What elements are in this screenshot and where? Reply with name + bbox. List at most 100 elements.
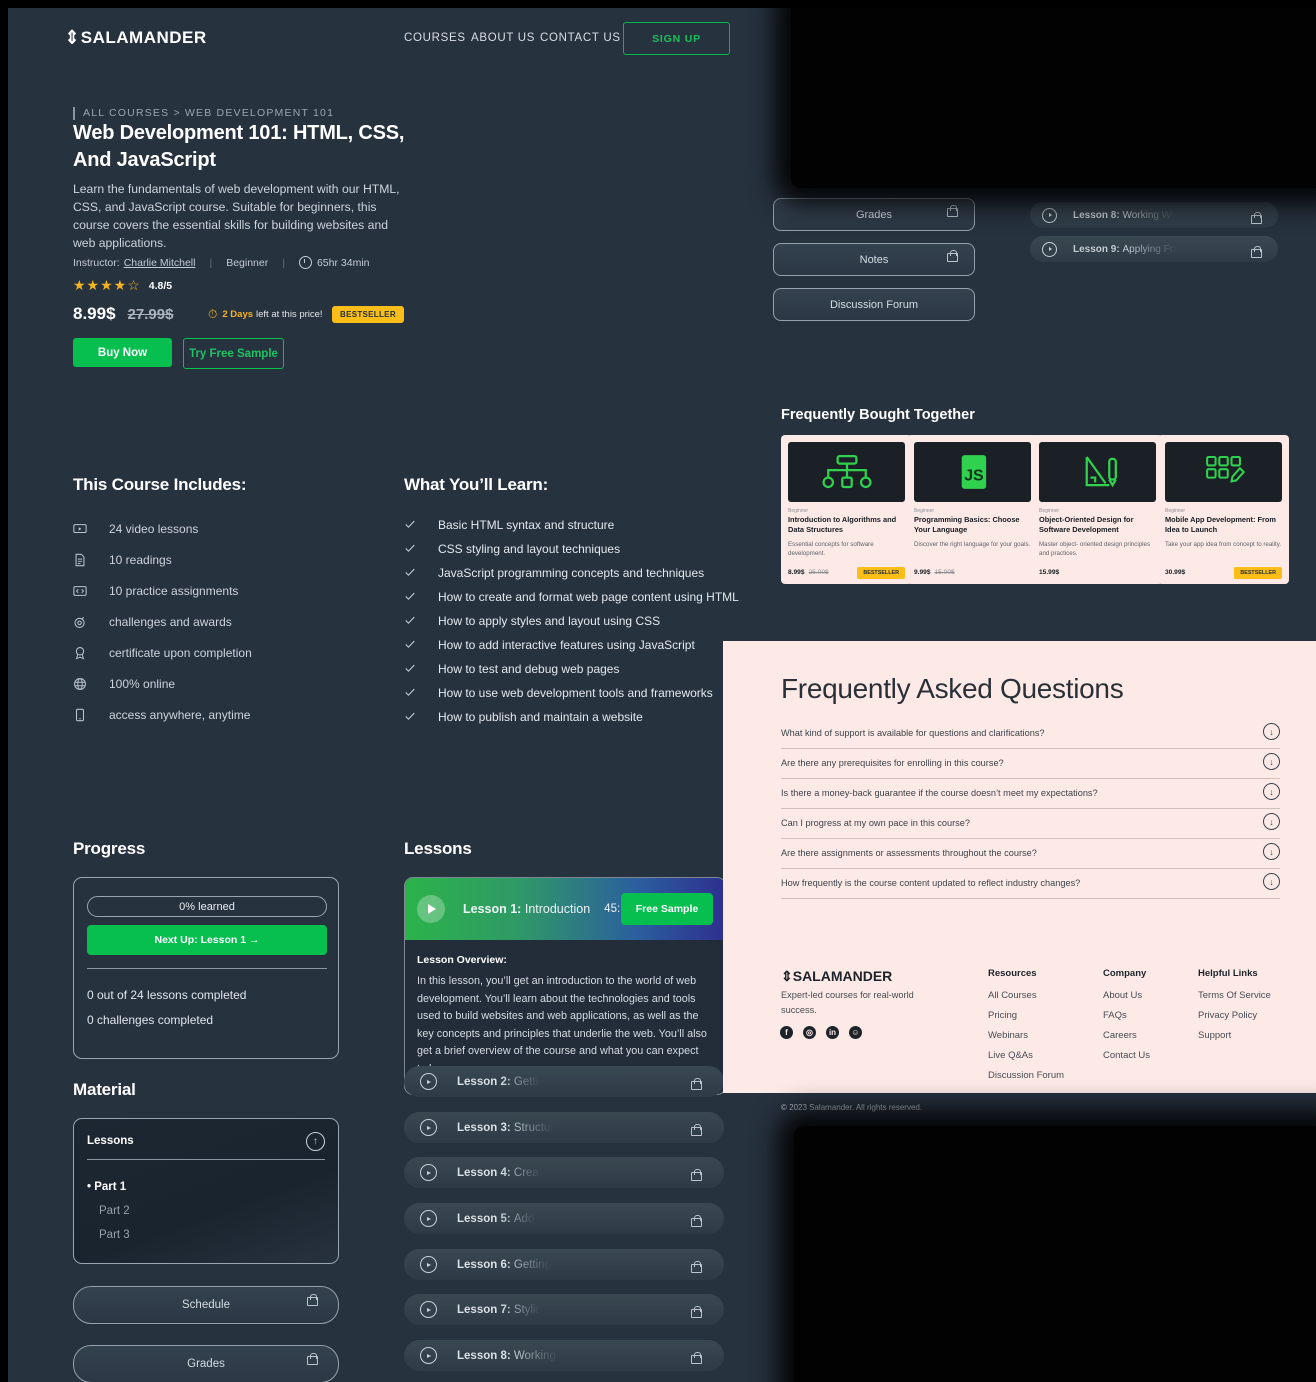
footer-link[interactable]: Live Q&As <box>988 1050 1064 1061</box>
footer-link[interactable]: Pricing <box>988 1010 1064 1021</box>
lesson-row-locked[interactable]: Lesson 7: Styling Layouts <box>404 1294 724 1325</box>
footer-link[interactable]: FAQs <box>1103 1010 1150 1021</box>
footer-link[interactable]: Discussion Forum <box>988 1070 1064 1081</box>
side-button-grades[interactable]: Grades <box>773 198 975 231</box>
chevron-down-icon[interactable]: ↓ <box>1263 753 1280 770</box>
clock-icon <box>298 256 312 269</box>
faq-row[interactable]: Are there any prerequisites for enrollin… <box>781 748 1280 779</box>
copyright-bar: © 2023 Salamander. All rights reserved. <box>723 1093 1316 1123</box>
material-heading: Material <box>73 1080 136 1099</box>
faq-row[interactable]: Is there a money-back guarantee if the c… <box>781 778 1280 809</box>
fbt-card[interactable]: Beginner Introduction to Algorithms and D… <box>781 435 912 584</box>
facebook-icon[interactable]: f <box>780 1026 793 1039</box>
material-part-2[interactable]: Part 2 <box>99 1205 130 1217</box>
play-icon <box>1042 241 1057 257</box>
chevron-down-icon[interactable]: ↓ <box>1263 723 1280 740</box>
nav-item-courses[interactable]: COURSES <box>404 32 466 44</box>
footer-link[interactable]: Webinars <box>988 1030 1064 1041</box>
check-icon <box>404 662 416 677</box>
play-icon <box>420 1119 437 1136</box>
copyright-text: © 2023 Salamander. All rights reserved. <box>781 1103 923 1112</box>
reddit-icon[interactable]: ☺ <box>849 1026 862 1039</box>
lock-icon <box>691 1077 702 1095</box>
material-part-1[interactable]: • Part 1 <box>87 1181 126 1193</box>
material-part-3[interactable]: Part 3 <box>99 1229 130 1241</box>
chevron-down-icon[interactable]: ↓ <box>1263 813 1280 830</box>
lesson-overview-title: Lesson Overview: <box>417 954 507 966</box>
instagram-icon[interactable]: ◎ <box>803 1026 816 1039</box>
faq-row[interactable]: What kind of support is available for qu… <box>781 718 1280 749</box>
timer-icon: ⏱ <box>208 307 218 321</box>
lesson-row-locked[interactable]: Lesson 8: Working With Scripts <box>404 1340 724 1371</box>
next-up-button[interactable]: Next Up: Lesson 1 → <box>87 925 327 955</box>
faq-heading: Frequently Asked Questions <box>781 673 1124 704</box>
lesson-row-locked[interactable]: Lesson 5: Adding Styles <box>404 1203 724 1234</box>
globe-icon <box>73 677 87 691</box>
material-button-schedule[interactable]: Schedule <box>73 1286 339 1324</box>
lesson-row-locked[interactable]: Lesson 9: Applying Frameworks <box>1030 236 1278 262</box>
fbt-card-title: Object-Oriented Design for Software Deve… <box>1039 515 1134 534</box>
faq-row[interactable]: Can I progress at my own pace in this co… <box>781 808 1280 839</box>
lesson-row-locked[interactable]: Lesson 2: Getting Started <box>404 1066 724 1097</box>
arrow-up-icon[interactable]: ↑ <box>306 1132 325 1151</box>
page-root: ⇕SALAMANDER COURSES ABOUT US CONTACT US … <box>8 8 1316 1382</box>
buy-now-button[interactable]: Buy Now <box>73 338 172 367</box>
instructor-link[interactable]: Charlie Mitchell <box>124 257 196 269</box>
breadcrumb[interactable]: ALL COURSES > WEB DEVELOPMENT 101 <box>73 107 334 120</box>
includes-item: 24 video lessons <box>73 513 403 544</box>
learn-heading: What You’ll Learn: <box>404 475 549 494</box>
lesson-row-locked[interactable]: Lesson 8: Working With Scripts <box>1030 202 1278 228</box>
fbt-card[interactable]: Beginner Mobile App Development: From Ide… <box>1158 435 1289 584</box>
footer-link[interactable]: Contact Us <box>1103 1050 1150 1061</box>
includes-item-label: certificate upon completion <box>109 645 252 660</box>
course-description: Learn the fundamentals of web developmen… <box>73 182 400 250</box>
footer-link[interactable]: Privacy Policy <box>1198 1010 1271 1021</box>
design-icon <box>1039 442 1156 502</box>
chevron-down-icon[interactable]: ↓ <box>1263 843 1280 860</box>
play-icon <box>1042 207 1057 223</box>
play-icon <box>420 1347 437 1364</box>
signup-button[interactable]: SIGN UP <box>623 22 730 55</box>
lesson-row-locked[interactable]: Lesson 4: Creating Pages <box>404 1157 724 1188</box>
lesson-row-label: Lesson 8: Working With Scripts <box>1073 209 1216 221</box>
lesson-name: Lesson 1: Introduction <box>463 902 590 916</box>
lock-icon <box>947 204 958 220</box>
chevron-down-icon[interactable]: ↓ <box>1263 873 1280 890</box>
fbt-card-price: 9.99$ 15.00$ <box>914 569 955 576</box>
fbt-card-price-original: 25.00$ <box>808 569 829 576</box>
nav-item-contact-us[interactable]: CONTACT US <box>540 32 621 44</box>
footer-link[interactable]: Terms Of Service <box>1198 990 1271 1001</box>
overlay-panel-bottom <box>794 1126 1316 1382</box>
try-free-sample-button[interactable]: Try Free Sample <box>183 338 284 369</box>
rating-value: 4.8/5 <box>148 279 173 292</box>
nav-item-about-us[interactable]: ABOUT US <box>471 32 535 44</box>
footer-link[interactable]: About Us <box>1103 990 1150 1001</box>
instructor-label: Instructor: <box>73 256 120 269</box>
side-button-notes[interactable]: Notes <box>773 243 975 276</box>
includes-list: 24 video lessons 10 readings 10 practice a… <box>73 513 403 730</box>
lesson-row-locked[interactable]: Lesson 6: Getting Interactive <box>404 1249 724 1280</box>
play-icon[interactable] <box>417 895 445 923</box>
material-button-grades[interactable]: Grades <box>73 1345 339 1382</box>
faq-row[interactable]: How frequently is the course content upd… <box>781 868 1280 899</box>
footer-social-links: f ◎ in ☺ <box>780 1026 862 1039</box>
lesson-card-active[interactable]: Lesson 1: Introduction 45:15 Free Sample… <box>404 877 726 1095</box>
lock-icon <box>691 1214 702 1232</box>
footer-link[interactable]: Careers <box>1103 1030 1150 1041</box>
footer-link[interactable]: Support <box>1198 1030 1271 1041</box>
lesson-row-locked[interactable]: Lesson 3: Structuring Content <box>404 1112 724 1143</box>
fbt-card[interactable]: JS Beginner Programming Basics: Choose You… <box>907 435 1038 584</box>
learn-item-label: JavaScript programming concepts and tech… <box>438 566 705 580</box>
side-button-discussion-forum[interactable]: Discussion Forum <box>773 288 975 321</box>
lesson-card-header[interactable]: Lesson 1: Introduction 45:15 Free Sample <box>405 878 725 940</box>
lesson-row-label: Lesson 4: Creating Pages <box>457 1166 594 1179</box>
footer-link[interactable]: All Courses <box>988 990 1064 1001</box>
chevron-down-icon[interactable]: ↓ <box>1263 783 1280 800</box>
footer-column: Helpful Links Terms Of Service Privacy Pol… <box>1198 968 1271 1050</box>
linkedin-icon[interactable]: in <box>826 1026 839 1039</box>
brand-logo[interactable]: ⇕SALAMANDER <box>65 27 207 48</box>
lock-icon <box>691 1260 702 1278</box>
faq-row[interactable]: Are there assignments or assessments thr… <box>781 838 1280 869</box>
free-sample-button[interactable]: Free Sample <box>621 893 713 925</box>
fbt-card[interactable]: Beginner Object-Oriented Design for Softw… <box>1032 435 1163 584</box>
